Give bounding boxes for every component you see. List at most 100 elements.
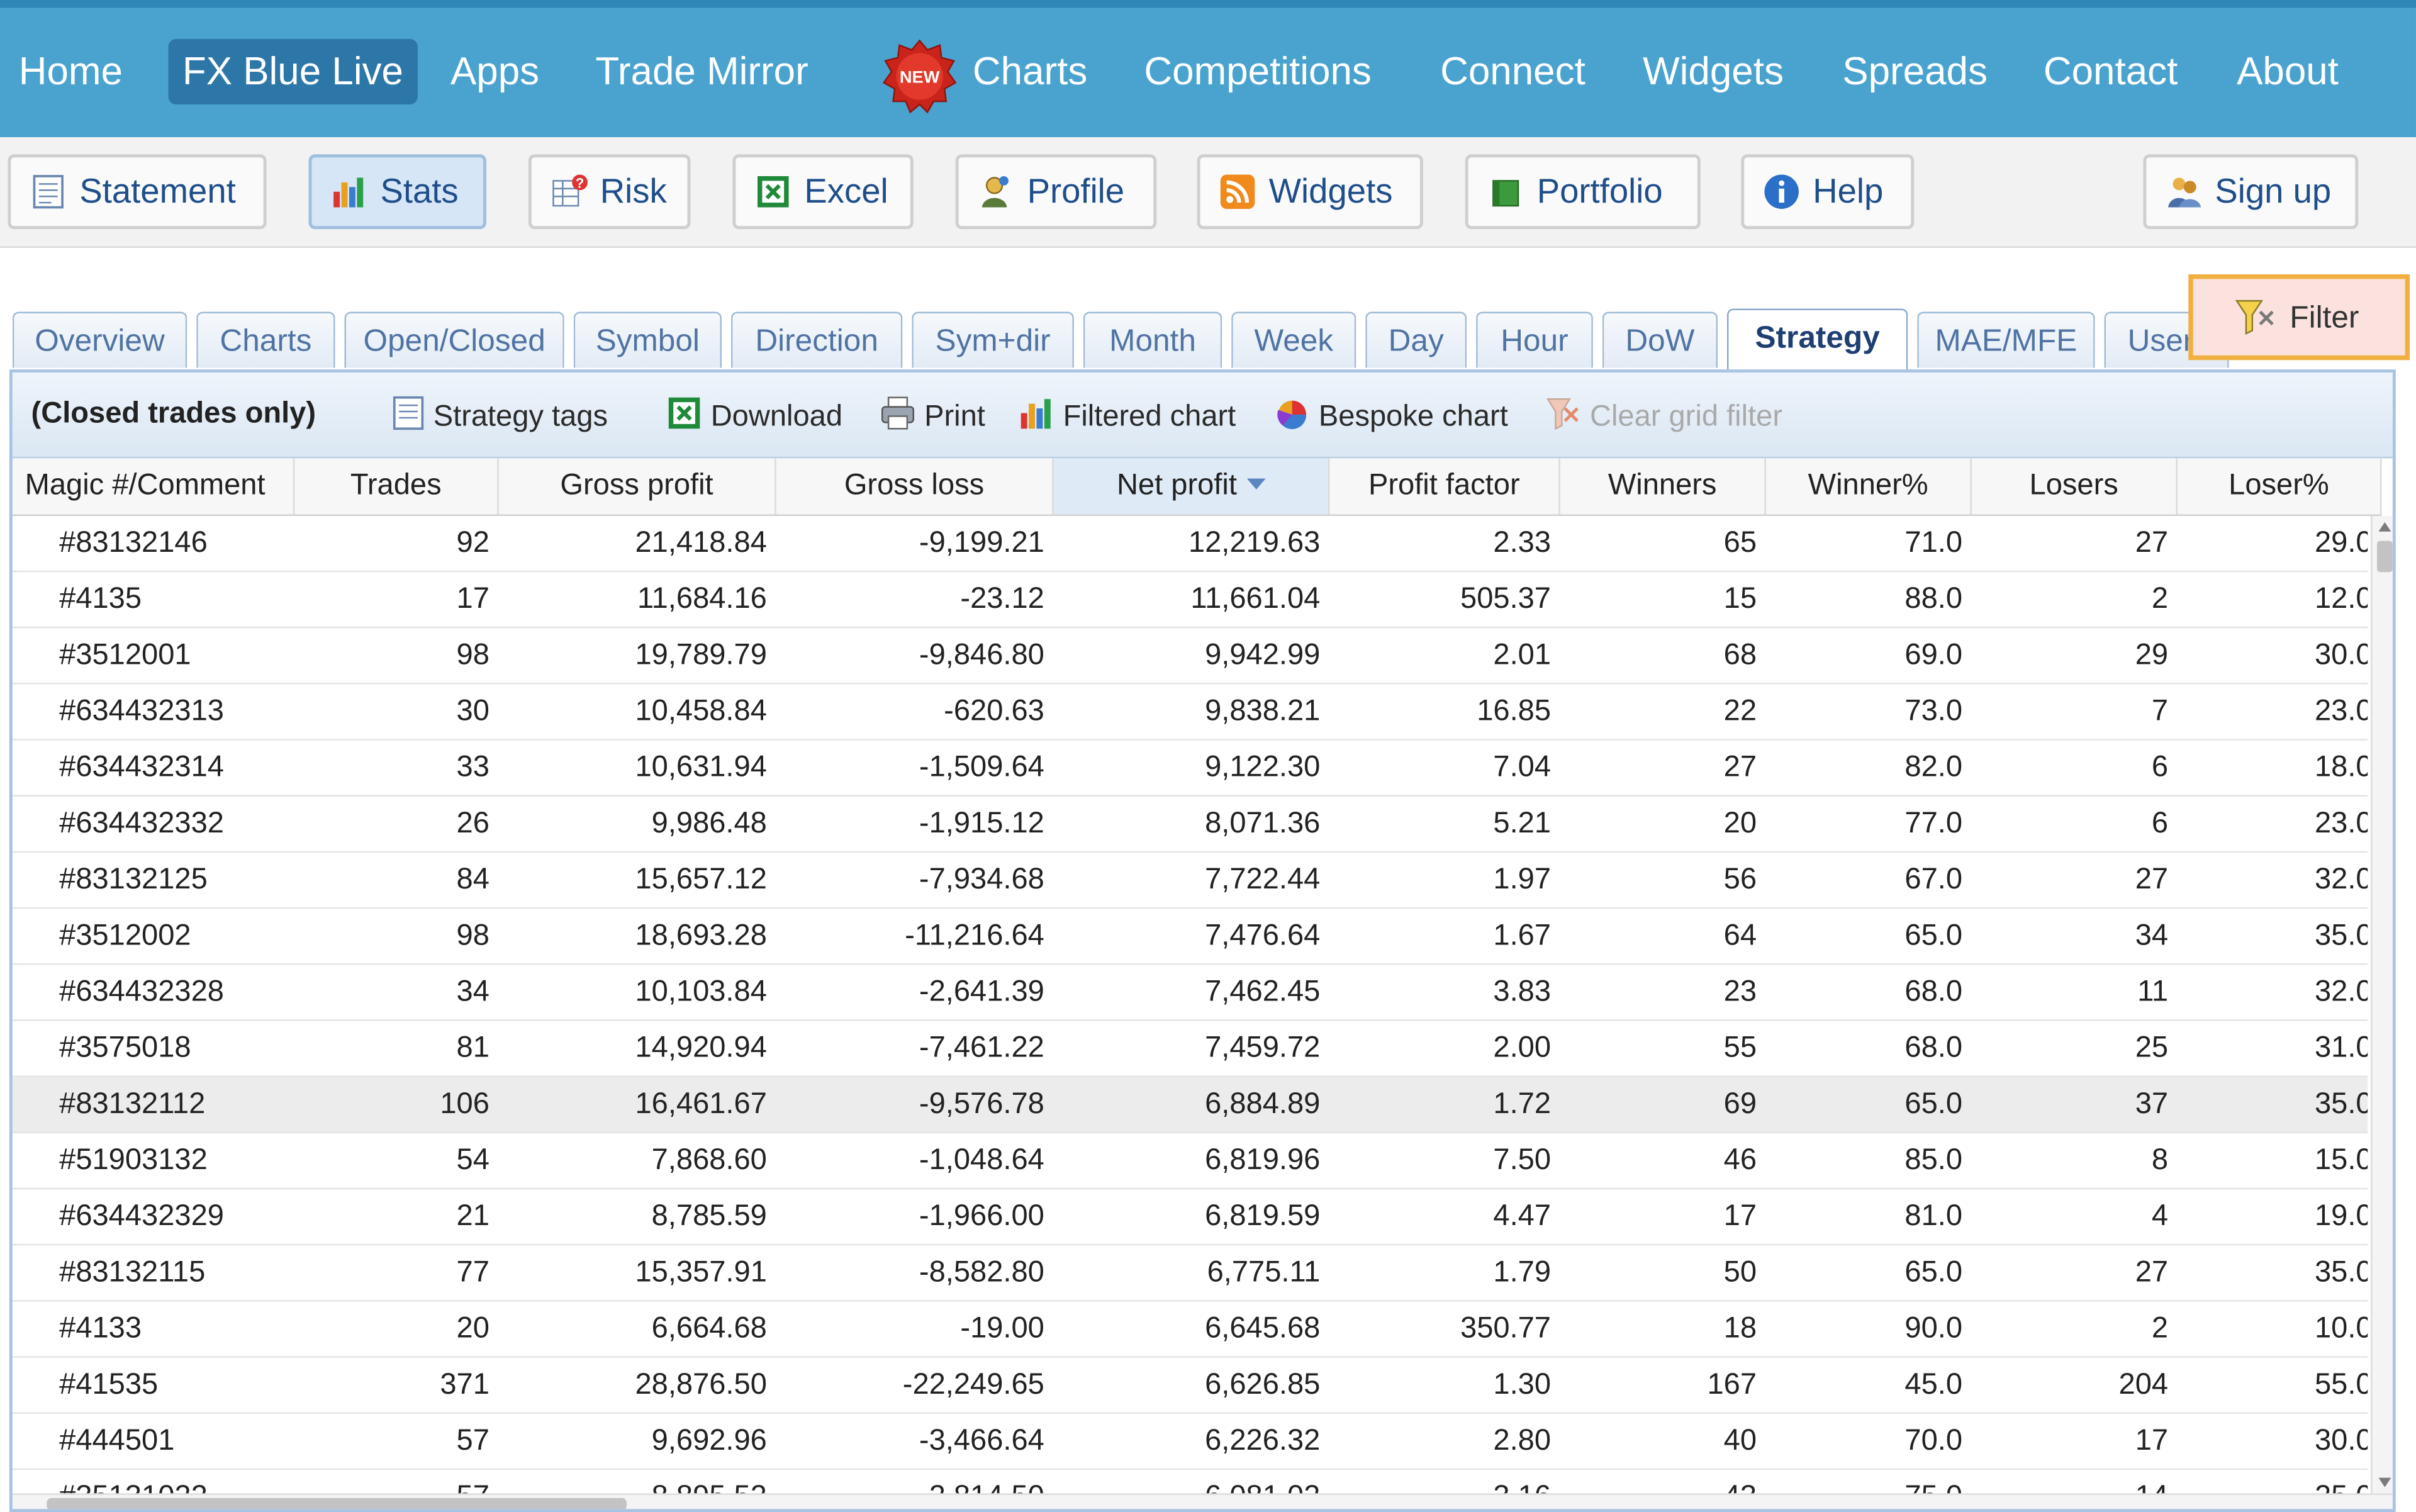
col-gross-loss[interactable]: Gross loss: [776, 458, 1054, 515]
col-gross-profit[interactable]: Gross profit: [499, 458, 776, 515]
tab-overview[interactable]: Overview: [12, 311, 187, 368]
cell-gross-profit: 9,986.48: [651, 807, 767, 841]
cell-winner-pct: 70.0: [1904, 1425, 1963, 1458]
info-icon: [1764, 174, 1799, 209]
cell-profit-factor: 16.85: [1477, 695, 1552, 728]
cell-net-profit: 6,884.89: [1205, 1088, 1321, 1121]
cell-net-profit: 9,838.21: [1205, 695, 1321, 728]
col-trades[interactable]: Trades: [294, 458, 499, 515]
cell-net-profit: 12,219.63: [1188, 527, 1321, 560]
closed-trades-note: (Closed trades only): [31, 397, 316, 430]
cell-net-profit: 9,942.99: [1205, 639, 1321, 672]
nav-fx-blue-live[interactable]: FX Blue Live: [168, 38, 418, 104]
strategy-tags-button[interactable]: Strategy tags: [389, 395, 608, 435]
tab-open-closed[interactable]: Open/Closed: [344, 311, 564, 368]
nav-apps[interactable]: Apps: [437, 39, 554, 104]
table-row[interactable]: #634432313 30 10,458.84 -620.63 9,838.21 16.8…: [12, 685, 2368, 741]
grid-header: Magic #/Comment Trades Gross profit Gros…: [12, 458, 2382, 517]
table-row[interactable]: #3512001 98 19,789.79 -9,846.80 9,942.99 2.01…: [12, 628, 2368, 685]
cell-trades: 34: [456, 975, 489, 1009]
tab-month[interactable]: Month: [1083, 311, 1222, 368]
nav-spreads[interactable]: Spreads: [1828, 39, 2001, 104]
app-root: Home FX Blue Live Apps Trade Mirror NEW …: [0, 0, 2416, 1512]
col-profit-factor[interactable]: Profit factor: [1329, 458, 1560, 515]
table-row[interactable]: #83132125 84 15,657.12 -7,934.68 7,722.44 1.9…: [12, 853, 2368, 909]
cell-winner-pct: 75.0: [1766, 1470, 1972, 1494]
print-button[interactable]: Print: [878, 395, 985, 435]
tab-hour[interactable]: Hour: [1476, 311, 1593, 368]
nav-charts[interactable]: Charts: [959, 39, 1102, 104]
cell-losers: 29: [2135, 639, 2169, 672]
table-row[interactable]: #35131022578,895.52-2,814.506,081.023.16…: [13, 1470, 2368, 1494]
sign-up-button[interactable]: Sign up: [2143, 154, 2359, 230]
help-button[interactable]: Help: [1741, 154, 1915, 230]
table-row[interactable]: #3575018 81 14,920.94 -7,461.22 7,459.72 2.00…: [12, 1021, 2368, 1077]
table-row[interactable]: #3512002 98 18,693.28 -11,216.64 7,476.64 1.6…: [12, 909, 2368, 965]
stats-button[interactable]: Stats: [308, 154, 486, 230]
profile-button[interactable]: Profile: [955, 154, 1157, 230]
nav-about[interactable]: About: [2223, 39, 2352, 104]
nav-widgets[interactable]: Widgets: [1629, 39, 1798, 104]
widgets-button[interactable]: Widgets: [1197, 154, 1423, 230]
table-row[interactable]: #83132112 106 16,461.67 -9,576.78 6,884.89 1.…: [12, 1077, 2368, 1134]
table-row[interactable]: #83132146 92 21,418.84 -9,199.21 12,219.63 2.…: [12, 516, 2368, 573]
cell-magic-comment: #3512001: [59, 639, 191, 672]
col-net-profit[interactable]: Net profit: [1053, 458, 1330, 515]
col-winner-pct[interactable]: Winner%: [1766, 458, 1972, 515]
excel-button[interactable]: Excel: [732, 154, 914, 230]
tab-week[interactable]: Week: [1231, 311, 1356, 368]
table-row[interactable]: #634432328 34 10,103.84 -2,641.39 7,462.45 3.…: [12, 965, 2368, 1021]
tab-sym-dir[interactable]: Sym+dir: [912, 311, 1074, 368]
horizontal-scroll-thumb[interactable]: [47, 1498, 627, 1509]
vertical-scrollbar[interactable]: [2371, 516, 2393, 1494]
risk-button[interactable]: ? Risk: [528, 154, 691, 230]
tab-direction[interactable]: Direction: [730, 311, 903, 368]
tab-charts[interactable]: Charts: [196, 311, 335, 368]
scroll-up-icon[interactable]: [2378, 522, 2391, 532]
table-row[interactable]: #41535 371 28,876.50 -22,249.65 6,626.85 1.30…: [12, 1358, 2368, 1414]
col-winners[interactable]: Winners: [1560, 458, 1766, 515]
portfolio-button[interactable]: Portfolio: [1465, 154, 1701, 230]
cell-gross-loss: -1,915.12: [919, 807, 1044, 841]
col-losers[interactable]: Losers: [1972, 458, 2178, 515]
vertical-scroll-thumb[interactable]: [2377, 540, 2393, 573]
table-row[interactable]: #634432332 26 9,986.48 -1,915.12 8,071.36 5.2…: [12, 797, 2368, 853]
cell-net-profit: 6,645.68: [1205, 1312, 1321, 1345]
nav-home[interactable]: Home: [4, 39, 137, 104]
nav-connect[interactable]: Connect: [1426, 39, 1599, 104]
tab-day[interactable]: Day: [1365, 311, 1467, 368]
horizontal-scrollbar[interactable]: [12, 1493, 2393, 1509]
cell-losers: 34: [2135, 919, 2169, 953]
table-row[interactable]: #4135 17 11,684.16 -23.12 11,661.04 505.37 15 8…: [12, 572, 2368, 629]
tab-symbol[interactable]: Symbol: [573, 311, 722, 368]
tab-dow[interactable]: DoW: [1602, 311, 1718, 368]
cell-profit-factor: 350.77: [1460, 1312, 1552, 1345]
sort-desc-icon: [1246, 478, 1265, 490]
nav-trade-mirror[interactable]: Trade Mirror: [581, 39, 822, 104]
scroll-down-icon[interactable]: [2378, 1477, 2391, 1487]
table-row[interactable]: #634432329 21 8,785.59 -1,966.00 6,819.59 4.4…: [12, 1189, 2368, 1246]
statement-button[interactable]: Statement: [8, 154, 267, 230]
table-row[interactable]: #444501 57 9,692.96 -3,466.64 6,226.32 2.80 40…: [12, 1414, 2368, 1470]
table-row[interactable]: #83132115 77 15,357.91 -8,582.80 6,775.11 1.7…: [12, 1245, 2368, 1302]
filter-button[interactable]: Filter: [2188, 274, 2410, 361]
cell-trades: 77: [456, 1256, 489, 1289]
cell-winner-pct: 85.0: [1904, 1144, 1963, 1177]
clear-grid-filter-button[interactable]: Clear grid filter: [1543, 395, 1782, 435]
table-row[interactable]: #4133 20 6,664.68 -19.00 6,645.68 350.77 18 90.…: [12, 1302, 2368, 1358]
download-button[interactable]: Download: [664, 395, 842, 435]
col-loser-pct[interactable]: Loser%: [2178, 458, 2382, 515]
cell-loser-pct: 29.0: [2314, 527, 2368, 560]
nav-competitions[interactable]: Competitions: [1130, 39, 1385, 104]
bespoke-chart-button[interactable]: Bespoke chart: [1272, 395, 1508, 435]
tab-mae-mfe[interactable]: MAE/MFE: [1917, 311, 2095, 368]
table-row[interactable]: #51903132 54 7,868.60 -1,048.64 6,819.96 7.50…: [12, 1133, 2368, 1190]
col-magic-comment[interactable]: Magic #/Comment: [13, 458, 295, 515]
nav-contact[interactable]: Contact: [2030, 39, 2192, 104]
tab-strategy[interactable]: Strategy: [1726, 308, 1908, 371]
cell-gross-profit: 19,789.79: [635, 639, 767, 672]
table-row[interactable]: #634432314 33 10,631.94 -1,509.64 9,122.30 7.…: [12, 741, 2368, 797]
risk-icon: ?: [552, 174, 588, 207]
filtered-chart-button[interactable]: Filtered chart: [1016, 395, 1236, 435]
cell-loser-pct: 12.0: [2314, 583, 2368, 616]
